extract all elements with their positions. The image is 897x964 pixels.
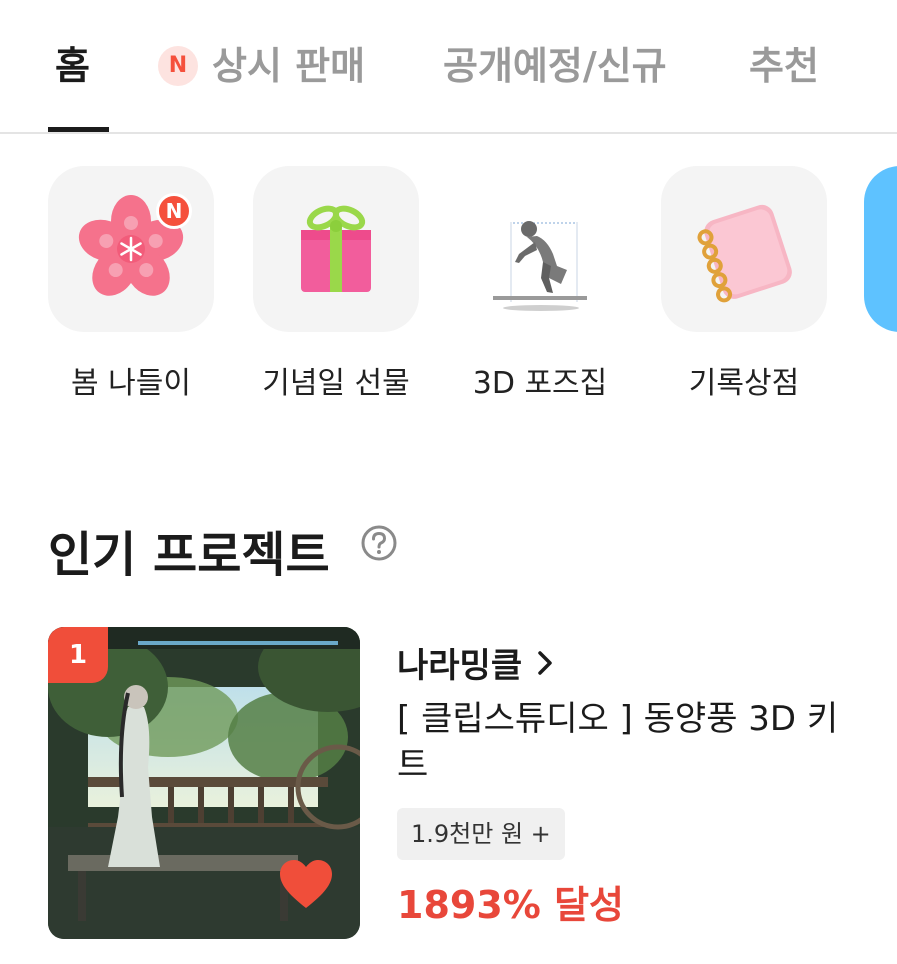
category-label: 봄 나들이 <box>71 366 191 401</box>
tab-always-on-sale[interactable]: N 상시 판매 <box>158 40 365 92</box>
creator-name: 나라밍클 <box>397 646 523 686</box>
new-badge: N <box>156 193 192 229</box>
heart-icon[interactable] <box>278 858 334 910</box>
tabs-divider <box>0 132 897 134</box>
tab-upcoming-new[interactable]: 공개예정/신규 <box>443 40 667 92</box>
achievement-rate: 1893% 달성 <box>397 883 624 927</box>
chevron-right-icon <box>538 650 552 675</box>
3d-pose-figure-icon <box>493 221 587 311</box>
category-label: 기록상점 <box>688 366 800 401</box>
partial-category-icon <box>864 166 897 332</box>
project-title[interactable]: [ 클립스튜디오 ] 동양풍 3D 키트 <box>397 696 867 788</box>
section-title-popular: 인기 프로젝트 <box>48 527 330 583</box>
rank-badge: 1 <box>48 627 108 683</box>
category-tile <box>661 166 827 332</box>
category-tile <box>48 166 214 332</box>
category-partial[interactable] <box>864 166 897 332</box>
tab-recommend[interactable]: 추천 <box>749 40 819 92</box>
creator-link[interactable]: 나라밍클 <box>397 638 554 687</box>
category-label: 기념일 선물 <box>262 366 410 401</box>
tab-home[interactable]: 홈 <box>55 40 90 92</box>
category-spring-outing[interactable]: 봄 나들이 <box>48 166 214 401</box>
help-icon[interactable] <box>360 524 398 562</box>
category-record-shop[interactable]: 기록상점 <box>661 166 827 401</box>
category-anniversary-gift[interactable]: 기념일 선물 <box>253 166 419 401</box>
notebook-icon <box>697 204 792 303</box>
amount-chip: 1.9천만 원 + <box>397 808 565 860</box>
category-tile <box>457 166 623 332</box>
category-tile <box>253 166 419 332</box>
cherry-blossom-icon <box>78 195 184 296</box>
category-3d-pose[interactable]: 3D 포즈집 <box>457 166 623 401</box>
gift-box-icon <box>301 205 371 292</box>
category-label: 3D 포즈집 <box>472 366 608 401</box>
tab-always-on-sale-label: 상시 판매 <box>212 44 366 88</box>
top-tab-bar: 홈 N 상시 판매 공개예정/신규 추천 <box>0 0 897 134</box>
new-badge: N <box>158 46 198 86</box>
